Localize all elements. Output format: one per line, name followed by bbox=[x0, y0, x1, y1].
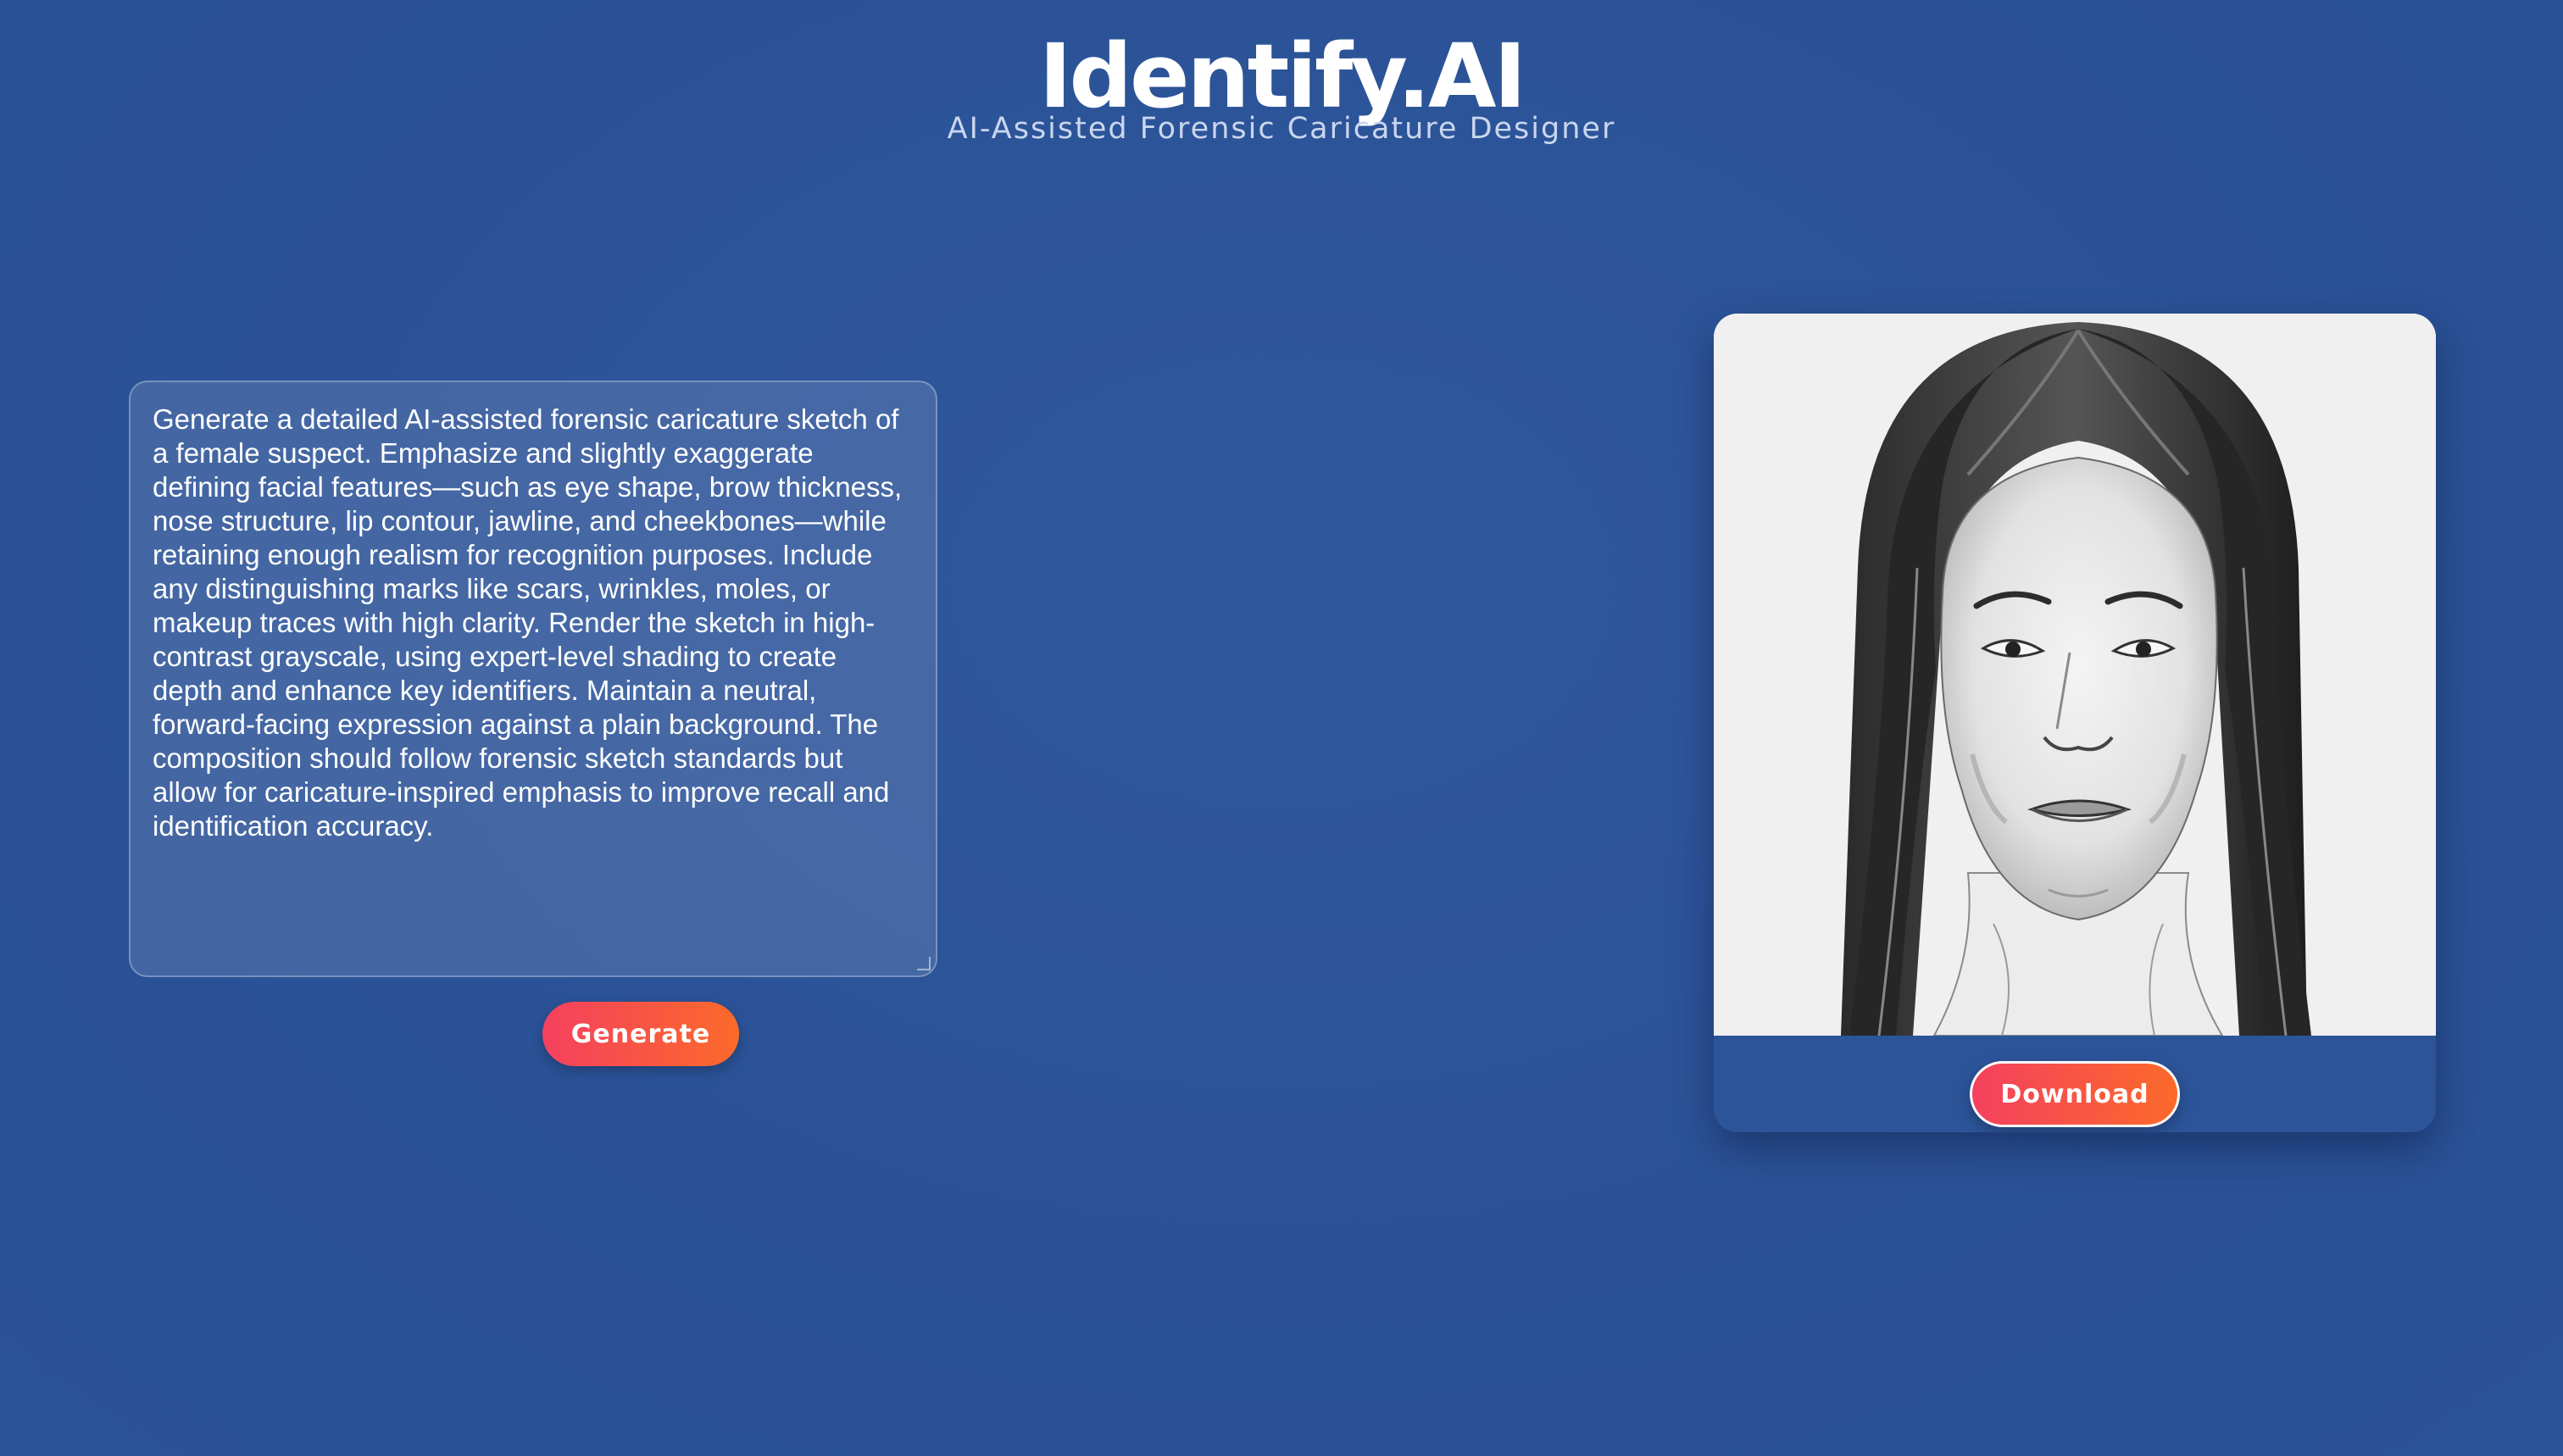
result-card: Download bbox=[1714, 314, 2436, 1132]
app-header: Identify.AI AI-Assisted Forensic Caricat… bbox=[0, 25, 2563, 147]
prompt-panel: Generate a detailed AI-assisted forensic… bbox=[129, 381, 937, 977]
app-subtitle: AI-Assisted Forensic Caricature Designer bbox=[947, 112, 1616, 146]
prompt-textarea[interactable]: Generate a detailed AI-assisted forensic… bbox=[129, 381, 937, 977]
textarea-resize-handle[interactable] bbox=[917, 957, 931, 970]
generated-sketch-image bbox=[1714, 314, 2436, 1036]
forensic-sketch-portrait bbox=[1714, 314, 2436, 1036]
generate-button[interactable]: Generate bbox=[542, 1002, 739, 1066]
download-button[interactable]: Download bbox=[1970, 1061, 2180, 1127]
